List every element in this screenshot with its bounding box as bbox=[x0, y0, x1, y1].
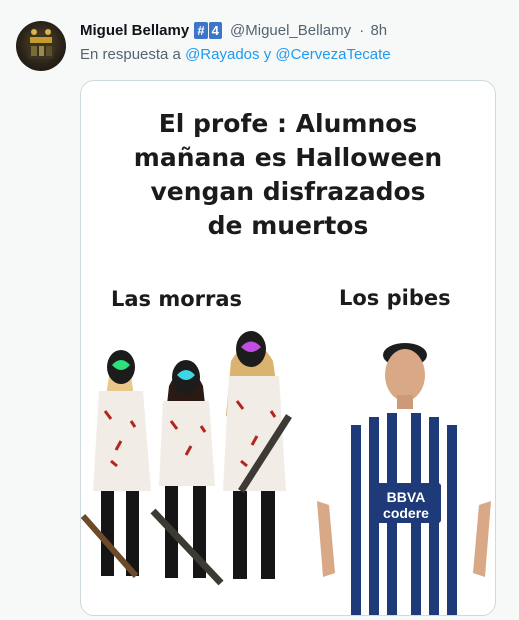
separator: · bbox=[359, 22, 365, 39]
sponsor-codere: codere bbox=[383, 505, 429, 521]
caption-line-3: vengan disfrazados bbox=[150, 177, 426, 206]
tweet: Miguel Bellamy #4 @Miguel_Bellamy · 8h E… bbox=[0, 0, 519, 620]
reply-mention-tecate[interactable]: @CervezaTecate bbox=[275, 46, 390, 63]
avatar[interactable] bbox=[16, 21, 66, 71]
badge-hash: # bbox=[194, 22, 208, 39]
author-handle[interactable]: @Miguel_Bellamy bbox=[230, 22, 351, 39]
badge-number: 4 bbox=[208, 22, 222, 39]
figure-middle bbox=[150, 360, 224, 586]
meme-caption: El profe : Alumnos mañana es Halloween v… bbox=[81, 107, 495, 243]
reply-mention-rayados[interactable]: @Rayados bbox=[185, 46, 259, 63]
caption-line-1: El profe : Alumnos bbox=[158, 109, 418, 138]
soccer-player-photo bbox=[313, 343, 495, 615]
tweet-media-image[interactable]: El profe : Alumnos mañana es Halloween v… bbox=[80, 80, 496, 616]
left-label: Las morras bbox=[111, 287, 243, 311]
caption-line-2: mañana es Halloween bbox=[133, 143, 443, 172]
author-name[interactable]: Miguel Bellamy bbox=[80, 22, 189, 39]
timestamp[interactable]: 8h bbox=[370, 22, 387, 39]
caption-line-4: de muertos bbox=[207, 211, 369, 240]
jersey-sponsor: BBVA codere bbox=[371, 489, 441, 521]
right-label: Los pibes bbox=[339, 286, 451, 310]
figure-left bbox=[81, 350, 151, 578]
reply-and: y bbox=[263, 46, 272, 63]
figure-right bbox=[223, 331, 292, 579]
sponsor-bbva: BBVA bbox=[386, 489, 426, 505]
reply-prefix: En respuesta a bbox=[80, 46, 181, 63]
tweet-header: Miguel Bellamy #4 @Miguel_Bellamy · 8h bbox=[80, 22, 387, 39]
costumed-girls-photo bbox=[81, 331, 292, 586]
reply-context: En respuesta a @Rayados y @CervezaTecate bbox=[80, 46, 391, 63]
